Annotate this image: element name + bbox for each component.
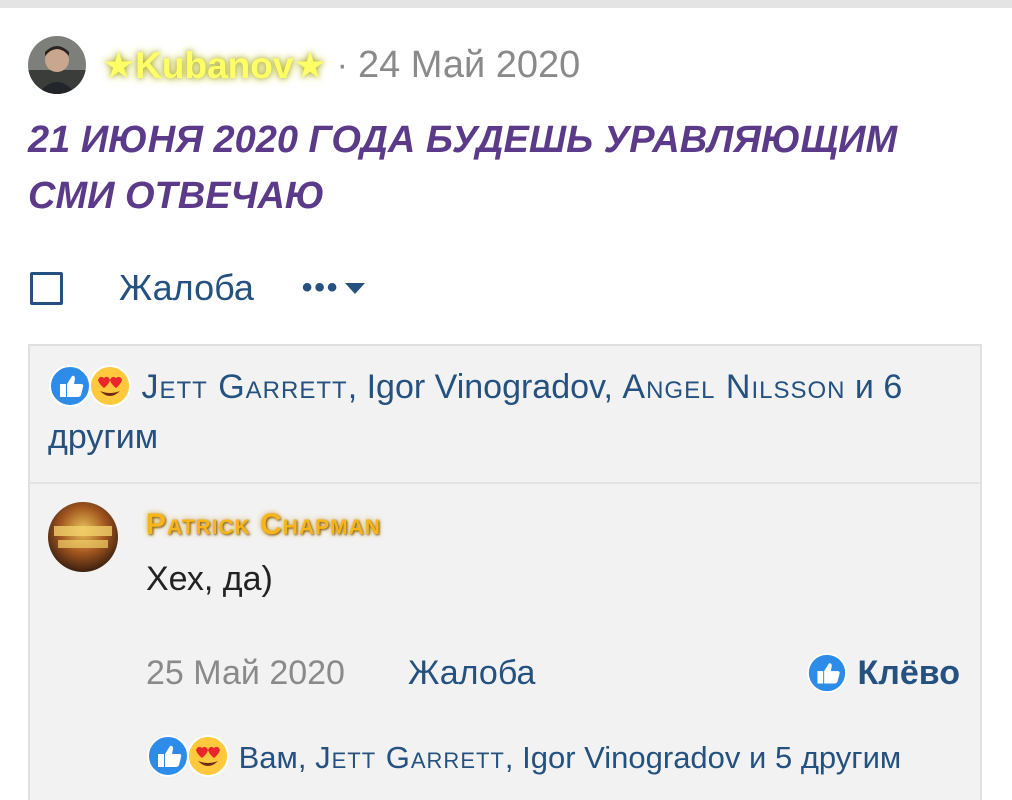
reaction-user[interactable]: Jett Garrett xyxy=(141,368,347,406)
page: ★Kubanov★ · 24 Май 2020 21 ИЮНЯ 2020 ГОД… xyxy=(0,0,1012,800)
reaction-user[interactable]: Angel Nilsson xyxy=(622,368,845,406)
reactions-summary[interactable]: Jett Garrett, Igor Vinogradov, Angel Nil… xyxy=(48,362,968,462)
like-label: Клёво xyxy=(857,653,960,692)
reply-reactions-summary[interactable]: Вам, Jett Garrett, Igor Vinogradov и 5 д… xyxy=(146,734,901,781)
reply-text: Хех, да) xyxy=(146,560,273,598)
post-actions: Жалоба ••• xyxy=(30,264,366,312)
like-button[interactable]: Клёво xyxy=(806,650,960,696)
more-dots-icon: ••• xyxy=(301,271,340,304)
report-link[interactable]: Жалоба xyxy=(119,267,254,309)
chevron-down-icon xyxy=(345,282,366,294)
post-text: 21 ИЮНЯ 2020 ГОДА БУДЕШЬ УРАВЛЯЮЩИМ СМИ … xyxy=(28,119,898,217)
reaction-others[interactable]: и 5 другим xyxy=(740,740,901,775)
report-link[interactable]: Жалоба xyxy=(408,654,535,693)
post-date[interactable]: 24 Май 2020 xyxy=(358,44,580,87)
top-divider xyxy=(0,0,1012,8)
reaction-user[interactable]: Igor Vinogradov xyxy=(367,368,604,406)
author-name[interactable]: ★Kubanov★ xyxy=(102,44,327,87)
reply: Patrick Chapman Хех, да) 25 Май 2020 Жал… xyxy=(30,482,980,800)
post-header: ★Kubanov★ · 24 Май 2020 xyxy=(28,34,580,96)
select-checkbox[interactable] xyxy=(30,271,63,305)
reactions-panel: Jett Garrett, Igor Vinogradov, Angel Nil… xyxy=(28,344,982,800)
avatar-image xyxy=(28,36,86,94)
like-icon xyxy=(806,652,847,694)
love-eyes-icon xyxy=(89,365,131,407)
reaction-separator: , xyxy=(603,368,623,406)
reaction-icons xyxy=(146,734,230,778)
reaction-separator: , xyxy=(504,740,523,775)
like-icon xyxy=(147,735,189,777)
reaction-user[interactable]: Igor Vinogradov xyxy=(522,740,740,775)
reaction-icons xyxy=(48,364,132,408)
meta-separator: · xyxy=(336,45,348,84)
reaction-user[interactable]: Jett Garrett xyxy=(315,740,505,775)
reply-author-name[interactable]: Patrick Chapman xyxy=(146,508,381,542)
avatar[interactable] xyxy=(28,36,86,94)
reaction-you: Вам, xyxy=(238,740,316,775)
avatar[interactable] xyxy=(48,502,118,572)
love-eyes-icon xyxy=(187,735,229,777)
avatar-image xyxy=(48,502,118,572)
reaction-separator: , xyxy=(347,368,367,406)
more-menu-button[interactable]: ••• xyxy=(302,271,366,305)
like-icon xyxy=(49,365,91,407)
reply-date[interactable]: 25 Май 2020 xyxy=(146,654,345,693)
